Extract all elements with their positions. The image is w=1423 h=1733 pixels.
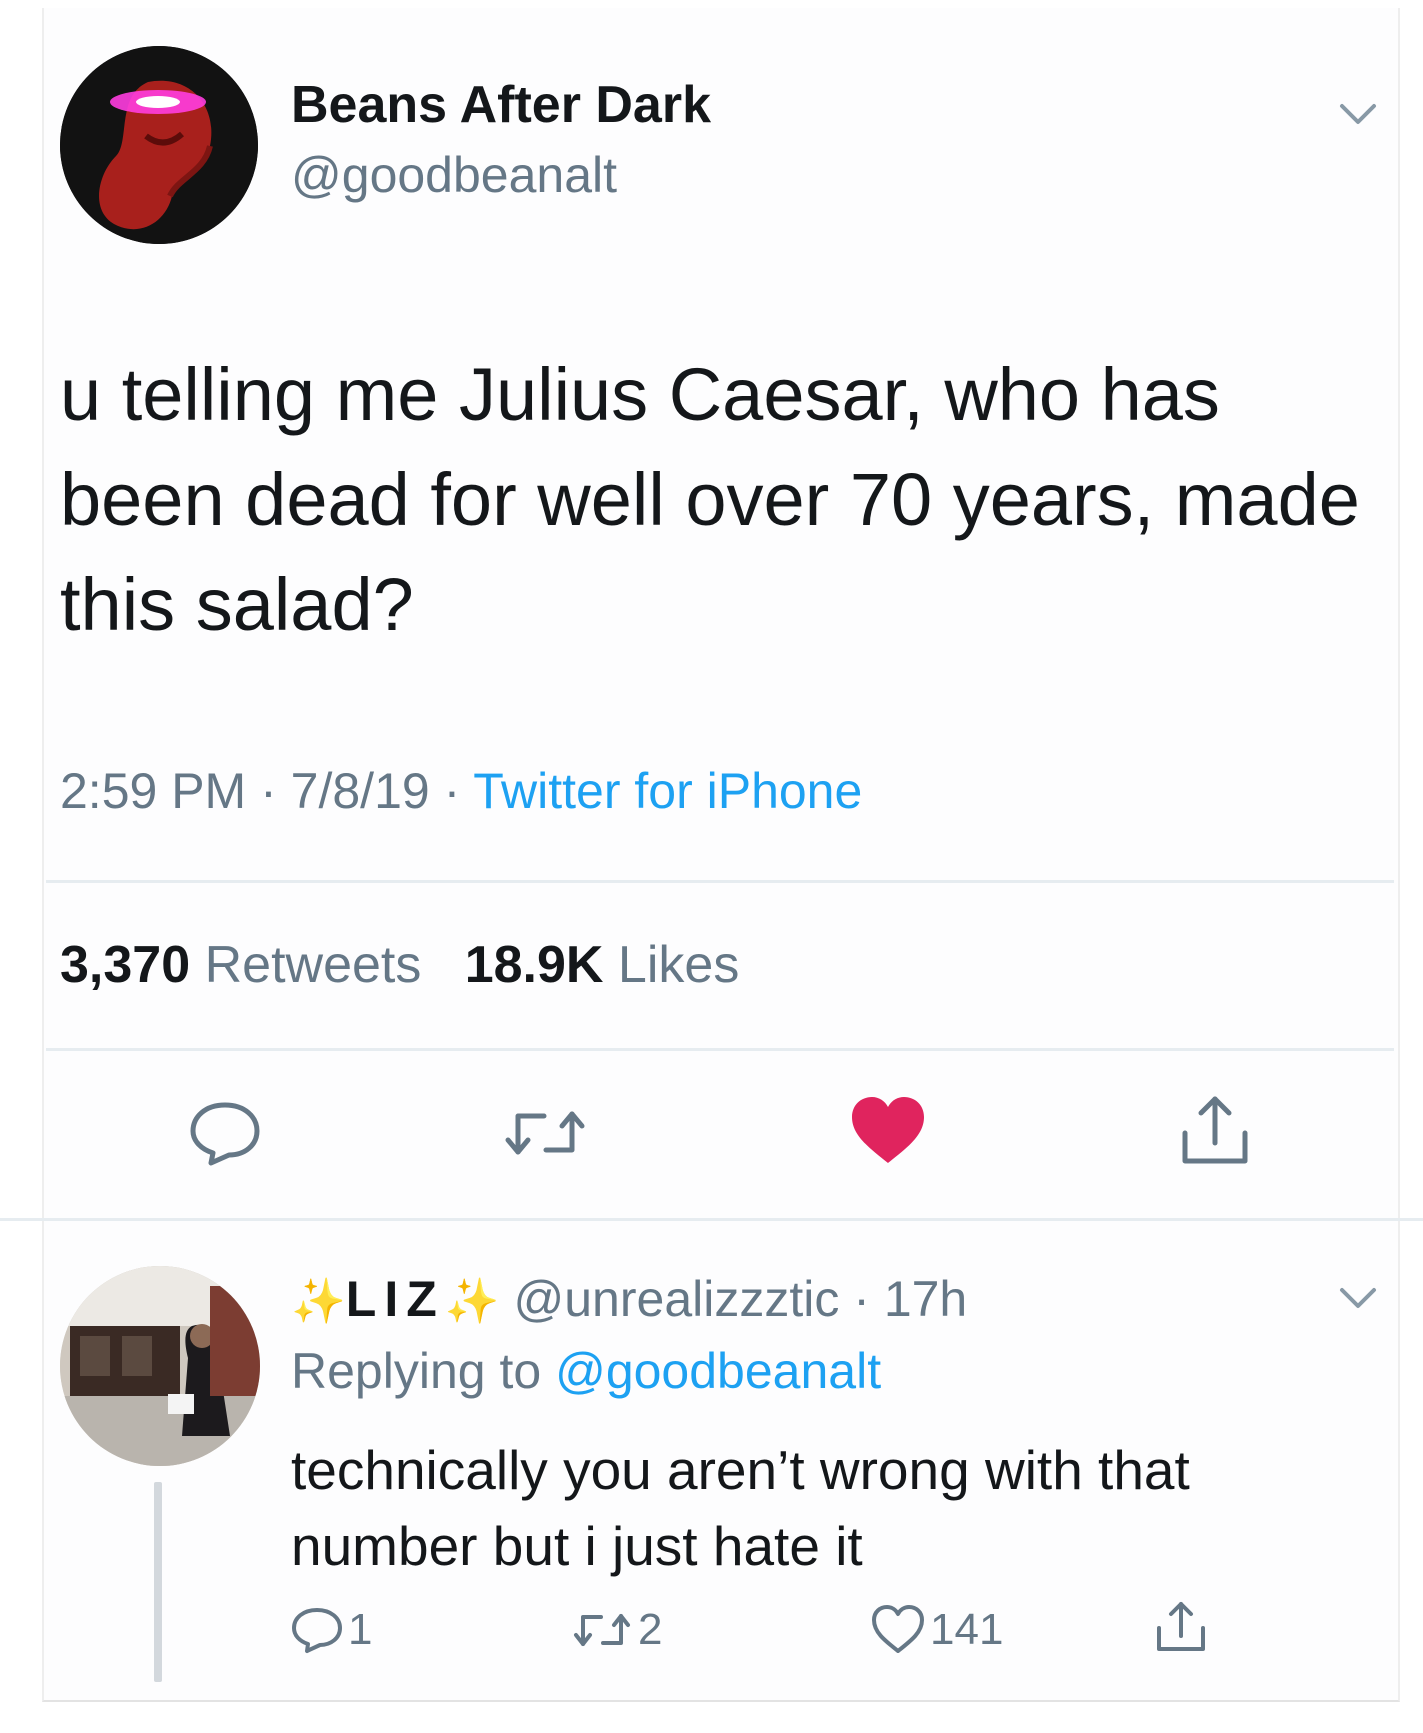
- reply-like-count: 141: [930, 1605, 1004, 1654]
- retweet-icon: [505, 1111, 585, 1155]
- thread-line: [154, 1482, 162, 1682]
- likes-label: Likes: [617, 936, 740, 994]
- chevron-down-icon[interactable]: [1332, 1272, 1384, 1324]
- heart-icon: [852, 1097, 924, 1163]
- tweet-text: u telling me Julius Caesar, who has been…: [60, 353, 1360, 646]
- tweet-meta: 2:59 PM · 7/8/19 · Twitter for iPhone: [60, 762, 862, 820]
- divider: [0, 1218, 1423, 1221]
- reply-retweet-count: 2: [638, 1605, 663, 1654]
- share-button[interactable]: [1170, 1086, 1260, 1176]
- chevron-down-icon[interactable]: [1332, 88, 1384, 140]
- reply-author-handle[interactable]: @unrealizzztic: [513, 1271, 839, 1327]
- divider: [46, 1048, 1394, 1051]
- reply-header: ✨LIZ✨ @unrealizzztic · 17h: [291, 1270, 967, 1328]
- reply-age: 17h: [883, 1271, 968, 1327]
- reply-text: technically you aren’t wrong with that n…: [291, 1439, 1190, 1577]
- replying-to: Replying to @goodbeanalt: [291, 1342, 881, 1400]
- like-button[interactable]: [843, 1086, 933, 1176]
- share-icon: [1182, 1096, 1248, 1164]
- author-handle[interactable]: @goodbeanalt: [291, 146, 617, 204]
- tweet-source-link[interactable]: Twitter for iPhone: [473, 763, 862, 819]
- author-avatar[interactable]: [60, 46, 258, 244]
- reply-button[interactable]: [180, 1088, 270, 1178]
- likes-count: 18.9K: [464, 936, 604, 994]
- tweet-stats: 3,370 Retweets 18.9K Likes: [60, 935, 739, 995]
- reply-share-button[interactable]: [1152, 1598, 1210, 1656]
- tweet-date: 7/8/19: [290, 763, 430, 819]
- replying-to-mention[interactable]: @goodbeanalt: [555, 1343, 881, 1399]
- reply-reply-button[interactable]: 1: [290, 1604, 372, 1656]
- retweet-button[interactable]: [500, 1088, 590, 1178]
- retweets-label: Retweets: [204, 936, 422, 994]
- heart-icon: [872, 1605, 924, 1653]
- retweets-count: 3,370: [60, 936, 191, 994]
- meta-separator: ·: [853, 1271, 870, 1327]
- reply-retweet-button[interactable]: 2: [570, 1604, 662, 1656]
- sparkle-icon: ✨: [291, 1277, 346, 1326]
- sparkle-icon: ✨: [444, 1277, 500, 1326]
- likes-stat[interactable]: 18.9K Likes: [465, 936, 740, 994]
- meta-separator: ·: [260, 763, 291, 819]
- reply-icon: [292, 1608, 342, 1653]
- reply-author-avatar[interactable]: [60, 1266, 260, 1466]
- retweet-icon: [574, 1614, 630, 1646]
- reply-author-name[interactable]: LIZ: [346, 1271, 445, 1327]
- reply-reply-count: 1: [348, 1605, 373, 1654]
- author-name[interactable]: Beans After Dark: [291, 75, 711, 135]
- tweet-time: 2:59 PM: [60, 763, 247, 819]
- retweets-stat[interactable]: 3,370 Retweets: [60, 936, 421, 994]
- meta-separator: ·: [443, 763, 474, 819]
- share-icon: [1157, 1602, 1205, 1651]
- reply-like-button[interactable]: 141: [870, 1604, 1003, 1656]
- divider: [46, 880, 1394, 883]
- replying-prefix: Replying to: [291, 1343, 542, 1399]
- reply-icon: [190, 1102, 260, 1166]
